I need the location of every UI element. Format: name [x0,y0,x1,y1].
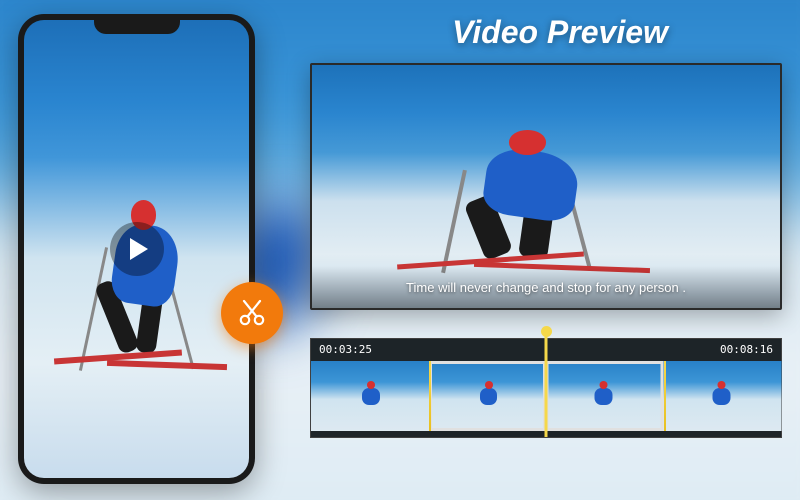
timeline-panel[interactable]: 00:03:25 00:08:16 [310,338,782,438]
timeline-frame[interactable] [311,361,429,431]
skier-figure-preview [408,109,628,284]
video-preview-panel[interactable]: Time will never change and stop for any … [310,63,782,310]
timeline-frame-selected[interactable] [546,361,664,431]
timeline-frame[interactable] [664,361,782,431]
clip-seam [664,361,666,431]
phone-notch [94,20,180,34]
caption-bar: Time will never change and stop for any … [312,266,780,308]
timeline-frame-selected[interactable] [429,361,547,431]
timeline-playhead[interactable] [545,333,548,437]
timeline-start-time: 00:03:25 [319,343,372,356]
skier-figure [62,175,212,385]
play-icon [128,237,150,261]
caption-text: Time will never change and stop for any … [406,280,686,295]
play-button[interactable] [110,222,164,276]
phone-mockup [18,14,255,484]
phone-screen[interactable] [24,20,249,478]
timeline-end-time: 00:08:16 [720,343,773,356]
clip-seam [429,361,431,431]
scissors-icon [236,297,268,329]
page-title: Video Preview [340,14,780,51]
cut-button[interactable] [221,282,283,344]
